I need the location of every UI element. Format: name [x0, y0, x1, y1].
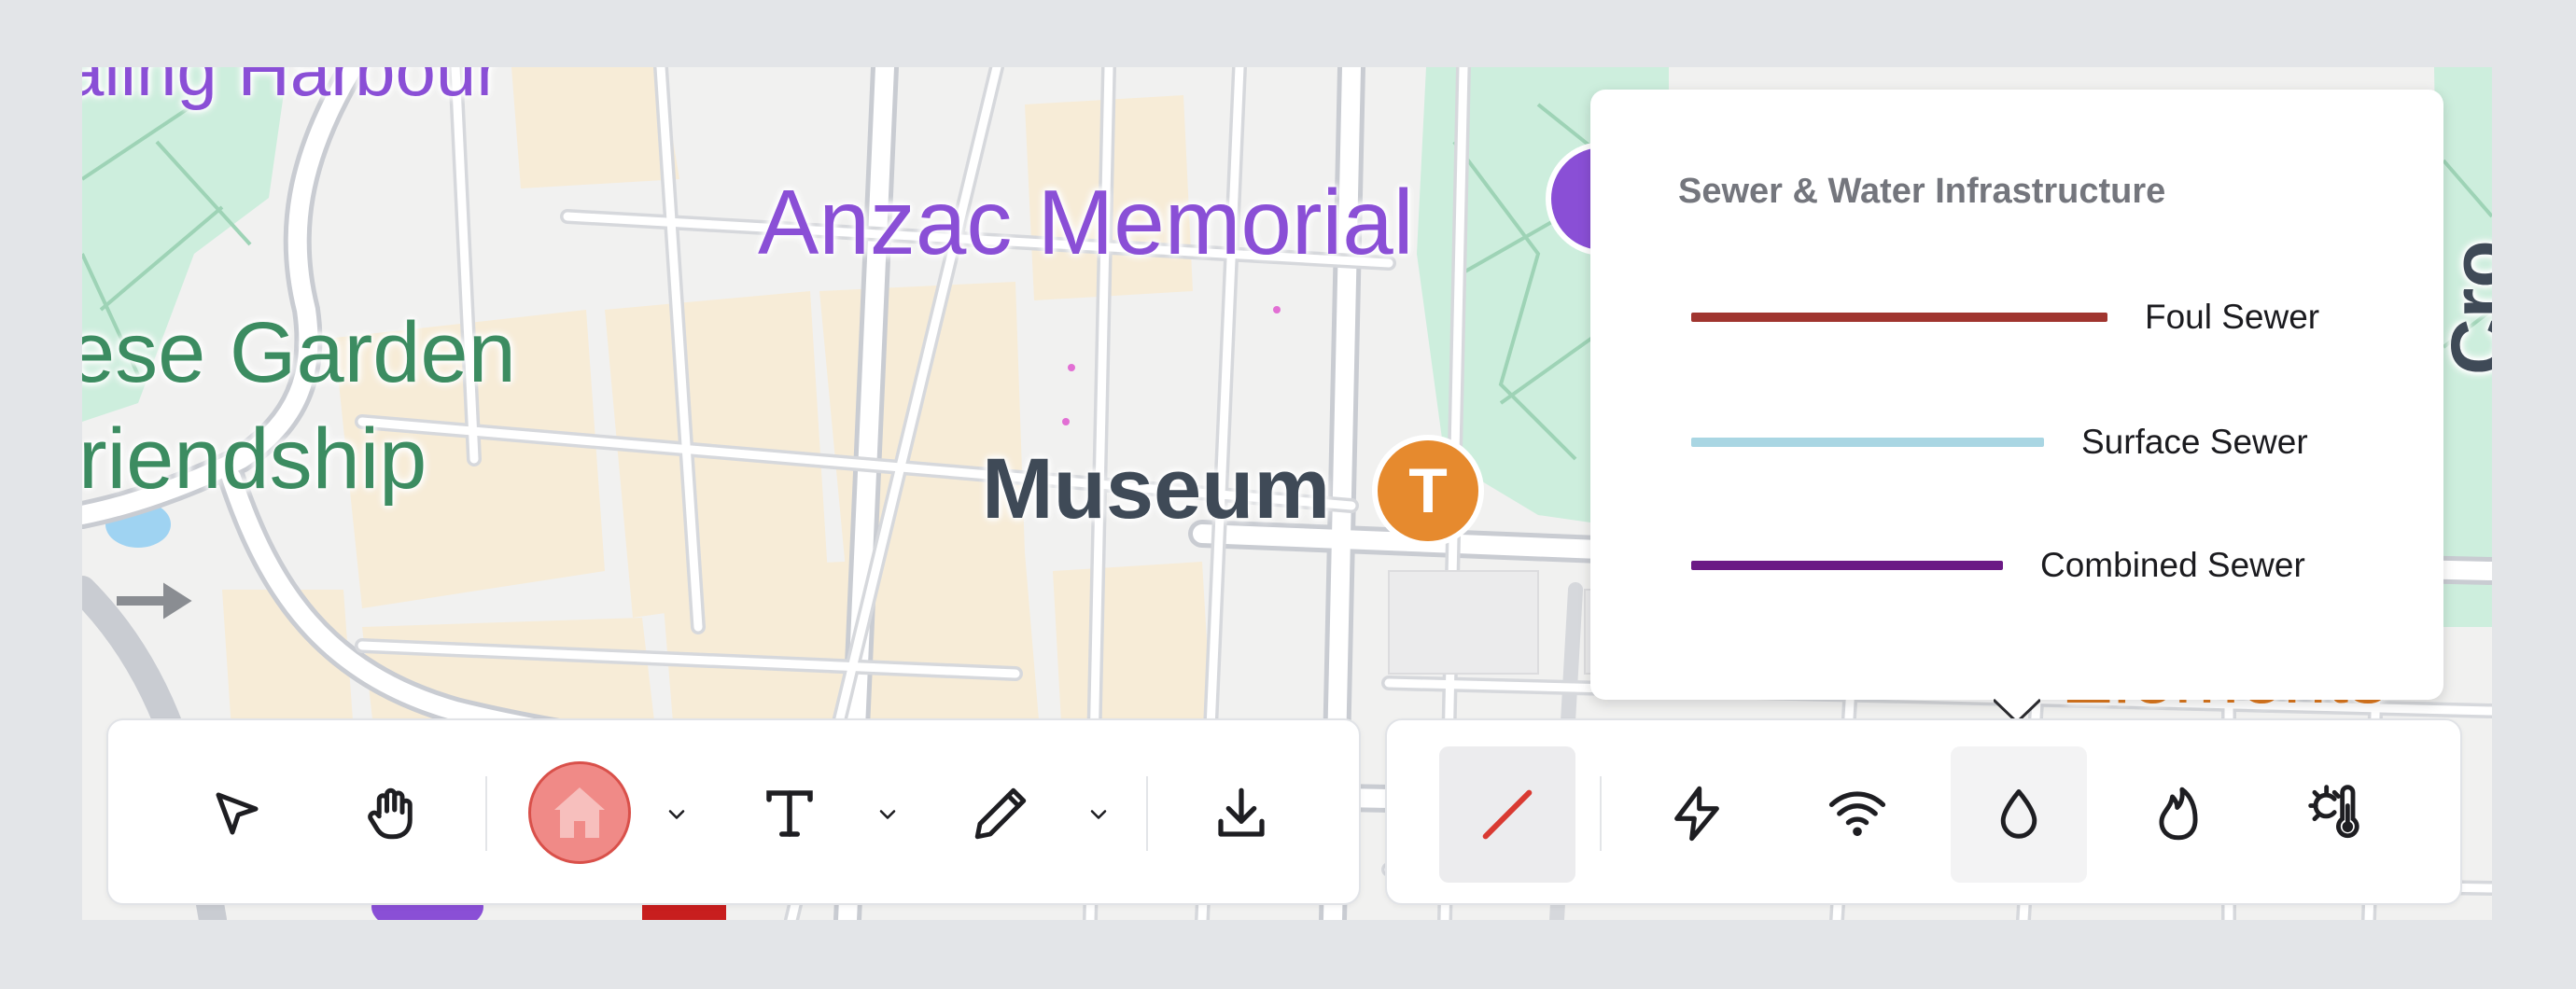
chevron-down-icon — [1090, 810, 1107, 819]
water-layer-button[interactable] — [1951, 746, 2087, 883]
toolbar-separator — [1600, 776, 1602, 851]
legend-label-foul-sewer: Foul Sewer — [2145, 298, 2320, 336]
museum-station-text: T — [1408, 455, 1448, 526]
marker-tool-button[interactable] — [528, 761, 631, 864]
water-drop-icon — [2000, 789, 2037, 839]
wifi-icon — [1828, 791, 1886, 837]
pencil-icon — [974, 787, 1027, 840]
chevron-down-icon — [668, 810, 685, 819]
hand-icon — [368, 787, 413, 840]
map-label-anzac-memorial[interactable]: Anzac Memorial — [758, 170, 1414, 275]
legend-label-surface-sewer: Surface Sewer — [2081, 423, 2308, 461]
legend-swatch-surface-sewer — [1691, 438, 2044, 447]
legend-popup: Sewer & Water Infrastructure Foul Sewer … — [1590, 90, 2443, 700]
legend-row-combined-sewer: Combined Sewer — [1691, 537, 2305, 593]
map-label-garden-line1: ese Garden — [82, 305, 516, 400]
draw-dropdown-button[interactable] — [1075, 791, 1122, 838]
map-label-harbour: aling Harbour — [82, 67, 501, 111]
electric-layer-button[interactable] — [1650, 767, 1743, 860]
diagonal-line-icon — [1482, 789, 1533, 840]
map-label-garden-line2: riendship — [82, 411, 427, 507]
toolbar-separator — [1146, 776, 1148, 851]
lightning-icon — [1674, 786, 1719, 842]
line-layer-button[interactable] — [1439, 746, 1575, 883]
heat-layer-button[interactable] — [2290, 767, 2384, 860]
telecom-layer-button[interactable] — [1811, 767, 1904, 860]
layer-toolbar — [1385, 718, 2462, 905]
cursor-arrow-icon — [216, 792, 259, 835]
house-icon — [554, 787, 605, 838]
drawing-toolbar — [106, 718, 1361, 905]
legend-swatch-foul-sewer — [1691, 313, 2107, 322]
download-button[interactable] — [1195, 767, 1288, 860]
sun-thermometer-icon — [2308, 785, 2359, 839]
text-tool-button[interactable] — [743, 767, 836, 860]
legend-title: Sewer & Water Infrastructure — [1678, 172, 2166, 211]
gas-layer-button[interactable] — [2132, 767, 2225, 860]
download-icon — [1218, 787, 1265, 837]
legend-row-foul-sewer: Foul Sewer — [1691, 289, 2319, 345]
legend-swatch-combined-sewer — [1691, 561, 2003, 570]
marker-dropdown-button[interactable] — [653, 791, 700, 838]
chevron-down-icon — [879, 810, 896, 819]
museum-station-icon[interactable]: T — [1372, 435, 1484, 547]
marker-color-swatch — [528, 761, 631, 864]
text-icon — [766, 790, 813, 837]
map-label-museum[interactable]: Museum — [982, 440, 1330, 538]
pan-tool-button[interactable] — [345, 767, 439, 860]
toolbar-separator — [485, 776, 487, 851]
flame-icon — [2159, 787, 2198, 841]
legend-label-combined-sewer: Combined Sewer — [2040, 546, 2305, 584]
draw-tool-button[interactable] — [954, 767, 1047, 860]
select-tool-button[interactable] — [190, 767, 284, 860]
text-dropdown-button[interactable] — [864, 791, 911, 838]
legend-row-surface-sewer: Surface Sewer — [1691, 414, 2308, 470]
